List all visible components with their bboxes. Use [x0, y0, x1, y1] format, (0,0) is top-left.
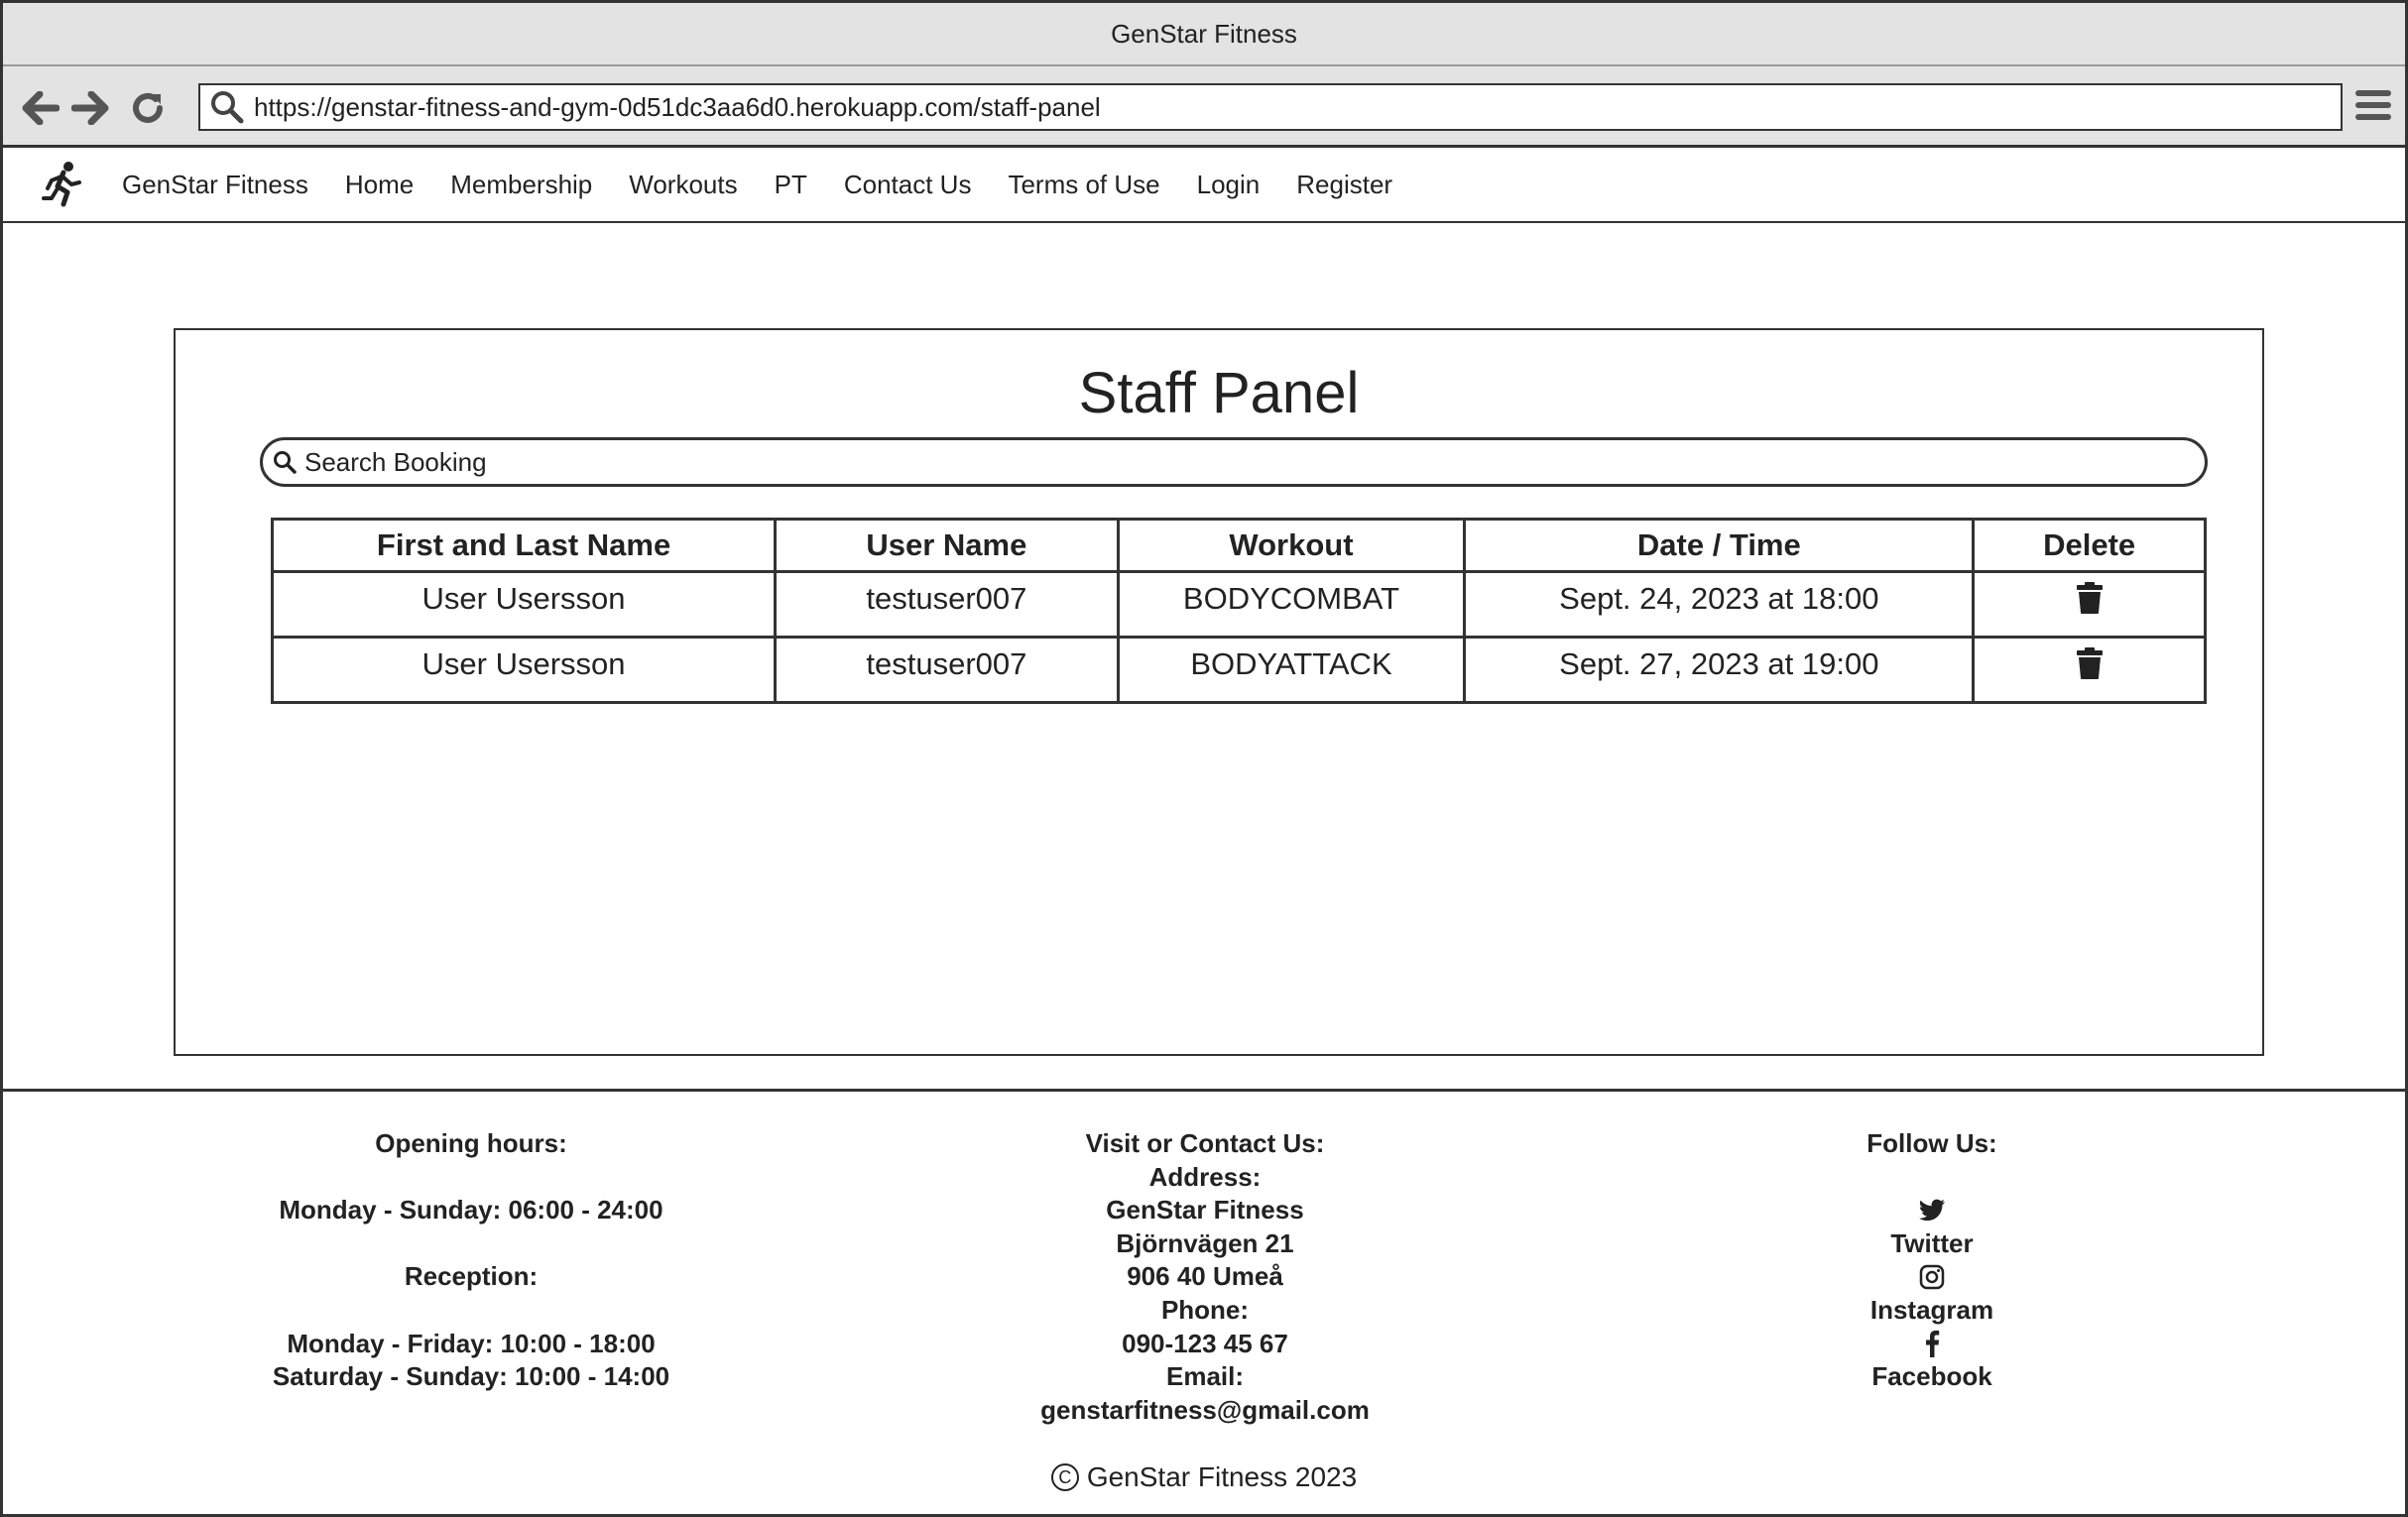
contact-heading: Visit or Contact Us: — [1085, 1128, 1325, 1158]
trash-icon[interactable] — [2075, 581, 2105, 623]
forward-button[interactable] — [68, 86, 112, 130]
address-name: GenStar Fitness — [1106, 1195, 1304, 1225]
bookings-table: First and Last Name User Name Workout Da… — [270, 518, 2207, 704]
hamburger-menu-icon[interactable] — [2355, 90, 2391, 126]
facebook-link[interactable]: Facebook — [1734, 1328, 2130, 1394]
nav-brand[interactable]: GenStar Fitness — [122, 170, 308, 200]
search-icon — [273, 450, 297, 474]
back-button[interactable] — [19, 86, 62, 130]
instagram-icon — [1734, 1260, 2130, 1294]
reception-weekday-hours: Monday - Friday: 10:00 - 18:00 — [287, 1328, 656, 1358]
cell-datetime: Sept. 27, 2023 at 19:00 — [1463, 636, 1976, 704]
copyright-line: C GenStar Fitness 2023 — [3, 1461, 2405, 1493]
column-header-username: User Name — [774, 518, 1120, 573]
reception-heading: Reception: — [404, 1261, 539, 1292]
back-arrow-icon — [22, 91, 60, 125]
browser-window: GenStar Fitness https://genstar-fitness-… — [0, 0, 2408, 1517]
nav-register[interactable]: Register — [1296, 170, 1392, 200]
cell-delete — [1972, 570, 2207, 639]
twitter-icon — [1734, 1194, 2130, 1227]
address-street: Björnvägen 21 — [1116, 1227, 1294, 1258]
facebook-label: Facebook — [1871, 1361, 1992, 1392]
search-icon — [210, 90, 244, 124]
nav-membership[interactable]: Membership — [450, 170, 592, 200]
opening-hours-section: Opening hours: Monday - Sunday: 06:00 - … — [223, 1127, 719, 1394]
column-header-delete: Delete — [1972, 518, 2207, 573]
instagram-link[interactable]: Instagram — [1734, 1260, 2130, 1327]
phone-label: Phone: — [1160, 1294, 1250, 1325]
nav-login[interactable]: Login — [1197, 170, 1261, 200]
url-bar[interactable]: https://genstar-fitness-and-gym-0d51dc3a… — [198, 83, 2343, 131]
social-section: Follow Us: Twitter Instagram Facebook — [1734, 1127, 2130, 1394]
address-bar-row: https://genstar-fitness-and-gym-0d51dc3a… — [3, 66, 2405, 148]
column-header-name: First and Last Name — [270, 518, 778, 573]
reception-weekend-hours: Saturday - Sunday: 10:00 - 14:00 — [272, 1361, 670, 1392]
nav-contact-us[interactable]: Contact Us — [844, 170, 972, 200]
table-row: User Usersson testuser007 BODYATTACK Sep… — [270, 636, 2207, 704]
contact-section: Visit or Contact Us: Address: GenStar Fi… — [957, 1127, 1453, 1427]
running-person-icon[interactable] — [39, 160, 88, 209]
copyright-icon: C — [1050, 1463, 1079, 1491]
trash-icon[interactable] — [2075, 646, 2105, 688]
column-header-datetime: Date / Time — [1463, 518, 1976, 573]
opening-hours-heading: Opening hours: — [375, 1128, 567, 1158]
staff-panel-card: Staff Panel First and Last Name User Nam… — [174, 328, 2264, 1056]
page-title: Staff Panel — [1078, 361, 1360, 425]
table-header-row: First and Last Name User Name Workout Da… — [270, 518, 2207, 573]
address-city: 906 40 Umeå — [1127, 1261, 1283, 1292]
cell-workout: BODYCOMBAT — [1116, 570, 1467, 639]
cell-name: User Usersson — [270, 570, 778, 639]
twitter-label: Twitter — [1890, 1227, 1974, 1258]
gym-hours: Monday - Sunday: 06:00 - 24:00 — [279, 1195, 663, 1225]
facebook-icon — [1734, 1328, 2130, 1361]
search-booking-bar — [260, 437, 2208, 487]
cell-username: testuser007 — [774, 570, 1120, 639]
reload-button[interactable] — [126, 86, 170, 130]
follow-us-heading: Follow Us: — [1866, 1128, 1997, 1158]
window-title: GenStar Fitness — [1111, 18, 1297, 49]
forward-arrow-icon — [71, 91, 109, 125]
email-address: genstarfitness@gmail.com — [1040, 1394, 1370, 1425]
nav-terms-of-use[interactable]: Terms of Use — [1008, 170, 1159, 200]
cell-username: testuser007 — [774, 636, 1120, 704]
nav-home[interactable]: Home — [345, 170, 414, 200]
email-label: Email: — [1165, 1361, 1245, 1392]
cell-datetime: Sept. 24, 2023 at 18:00 — [1463, 570, 1976, 639]
phone-number: 090-123 45 67 — [1122, 1328, 1288, 1358]
cell-delete — [1972, 636, 2207, 704]
nav-workouts[interactable]: Workouts — [629, 170, 737, 200]
site-footer: Opening hours: Monday - Sunday: 06:00 - … — [3, 1089, 2405, 1517]
table-row: User Usersson testuser007 BODYCOMBAT Sep… — [270, 570, 2207, 639]
title-bar: GenStar Fitness — [3, 3, 2405, 66]
address-label: Address: — [1148, 1161, 1262, 1192]
url-text: https://genstar-fitness-and-gym-0d51dc3a… — [254, 91, 1101, 122]
cell-workout: BODYATTACK — [1116, 636, 1467, 704]
copyright-text: GenStar Fitness 2023 — [1086, 1461, 1358, 1492]
nav-pt[interactable]: PT — [775, 170, 807, 200]
search-booking-input[interactable] — [304, 446, 2169, 478]
instagram-label: Instagram — [1869, 1294, 1994, 1325]
site-navbar: GenStar Fitness Home Membership Workouts… — [3, 148, 2405, 223]
column-header-workout: Workout — [1116, 518, 1467, 573]
twitter-link[interactable]: Twitter — [1734, 1194, 2130, 1260]
reload-icon — [133, 92, 163, 123]
cell-name: User Usersson — [270, 636, 778, 704]
